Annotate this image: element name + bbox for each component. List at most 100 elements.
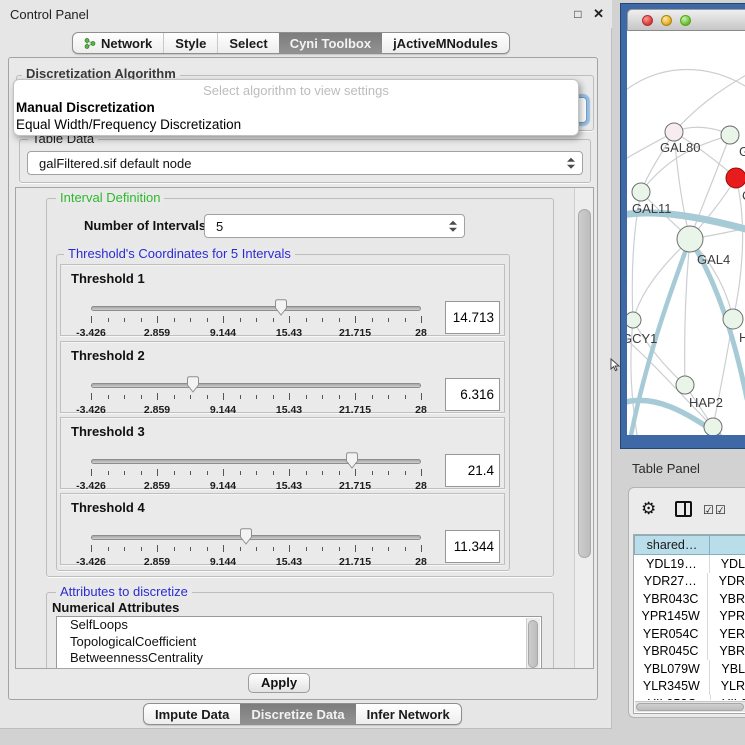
network-node-ga[interactable] (721, 126, 739, 144)
table-horizontal-scrollbar[interactable] (635, 701, 745, 712)
tick-mark (108, 471, 109, 475)
threshold-3-value-field[interactable]: 21.4 (445, 454, 500, 487)
slider-track (91, 306, 421, 311)
tick-mark (124, 395, 125, 399)
table-row[interactable]: YER054CYER0 (634, 625, 745, 643)
tick-mark (421, 393, 422, 400)
threshold-label: Threshold 4 (71, 500, 145, 515)
tick-mark (273, 471, 274, 475)
numerical-attributes-list[interactable]: SelfLoopsTopologicalCoefficientBetweenne… (56, 616, 542, 669)
attribute-list-item[interactable]: BetweennessCentrality (57, 650, 541, 667)
tick-mark (273, 395, 274, 399)
tab-select[interactable]: Select (217, 33, 278, 53)
tick-mark (322, 395, 323, 399)
attributes-scrollbar-thumb[interactable] (528, 620, 538, 668)
threshold-2-slider[interactable]: -3.4262.8599.14415.4321.71528 (91, 376, 421, 414)
network-node-c[interactable] (726, 168, 745, 188)
close-traffic-light[interactable] (642, 15, 653, 26)
tick-mark (124, 318, 125, 322)
tick-mark (124, 471, 125, 475)
cell-name: YER0 (707, 625, 745, 643)
minimize-traffic-light[interactable] (661, 15, 672, 26)
network-node-hap2[interactable] (676, 376, 694, 394)
tick-label: 21.715 (339, 327, 371, 339)
threshold-4-value-field[interactable]: 11.344 (445, 530, 500, 563)
tick-label: 2.859 (144, 556, 170, 568)
popup-placeholder: Select algorithm to view settings (14, 83, 578, 98)
tick-mark (190, 395, 191, 399)
tab-jactivemnodules[interactable]: jActiveMNodules (382, 33, 509, 53)
settings-vertical-scrollbar[interactable] (574, 188, 594, 669)
apply-button[interactable]: Apply (248, 673, 310, 693)
slider-thumb[interactable] (186, 376, 200, 393)
table-row[interactable]: YLR345WYLR3 (634, 678, 745, 696)
checkbox-icon[interactable]: ☑ (703, 503, 714, 517)
slider-thumb[interactable] (239, 528, 253, 545)
network-node-gal80[interactable] (665, 123, 683, 141)
popup-item-equal-width-frequency[interactable]: Equal Width/Frequency Discretization (16, 117, 576, 132)
table-row[interactable]: YDR27…YDR2 (634, 573, 745, 591)
tick-mark (322, 471, 323, 475)
cyni-bottom-tabbar: Impute DataDiscretize DataInfer Network (143, 703, 462, 725)
attribute-list-item[interactable]: SelfLoops (57, 617, 541, 634)
tick-mark (108, 395, 109, 399)
checkbox-icon[interactable]: ☑ (715, 503, 726, 517)
slider-tick-labels: -3.4262.8599.14415.4321.71528 (91, 556, 421, 568)
table-row[interactable]: YBR045CYBR0 (634, 643, 745, 661)
cyni-toolbox-content: Discretization Algorithm Select algorith… (8, 57, 598, 700)
threshold-1-value-field[interactable]: 14.713 (445, 301, 500, 334)
cell-shared-name: YDR27… (634, 574, 707, 588)
slider-thumb[interactable] (274, 299, 288, 316)
tick-mark (256, 318, 257, 322)
slider-track (91, 383, 421, 388)
column-header-name[interactable]: n (710, 535, 745, 555)
threshold-1-slider[interactable]: -3.4262.8599.14415.4321.71528 (91, 299, 421, 337)
threshold-3-slider[interactable]: -3.4262.8599.14415.4321.71528 (91, 452, 421, 490)
panel-title: Control Panel (10, 7, 89, 22)
tick-mark (174, 318, 175, 322)
tab-discretize-data[interactable]: Discretize Data (240, 704, 355, 724)
tab-style[interactable]: Style (163, 33, 217, 53)
threshold-4-slider[interactable]: -3.4262.8599.14415.4321.71528 (91, 528, 421, 566)
attribute-list-item[interactable]: TopologicalCoefficient (57, 634, 541, 651)
tick-mark (289, 316, 290, 323)
column-header-shared-name[interactable]: shared… (634, 535, 710, 555)
tab-label: Select (229, 36, 267, 51)
tick-mark (405, 318, 406, 322)
tab-impute-data[interactable]: Impute Data (144, 704, 240, 724)
tick-mark (273, 547, 274, 551)
number-of-intervals-select[interactable]: 5 (204, 214, 465, 238)
zoom-traffic-light[interactable] (680, 15, 691, 26)
table-row[interactable]: YIL052CYIL0 (634, 695, 745, 700)
tick-mark (174, 471, 175, 475)
columns-icon[interactable] (675, 501, 692, 517)
cell-shared-name: YBL079W (634, 662, 709, 676)
network-canvas[interactable]: GAL80GACGAL11GAL4GCY1HHAP2 (627, 31, 745, 435)
settings-scrollbar-thumb[interactable] (578, 209, 591, 558)
tab-infer-network[interactable]: Infer Network (356, 704, 461, 724)
table-scrollbar-thumb[interactable] (636, 703, 744, 711)
table-row[interactable]: YBL079WYBL0 (634, 660, 745, 678)
close-window-icon[interactable]: ✕ (593, 6, 604, 21)
tick-mark (190, 318, 191, 322)
popup-item-manual-discretization[interactable]: Manual Discretization (16, 100, 576, 115)
gear-icon[interactable]: ⚙ (641, 500, 656, 517)
attributes-list-scrollbar[interactable] (526, 618, 540, 669)
table-row[interactable]: YDL19…YDL1 (634, 555, 745, 573)
float-window-icon[interactable]: □ (574, 7, 581, 21)
tab-cyni-toolbox[interactable]: Cyni Toolbox (279, 33, 382, 53)
table-data-select[interactable]: galFiltered.sif default node (27, 151, 583, 175)
threshold-2-value-field[interactable]: 6.316 (445, 378, 500, 411)
table-row[interactable]: YBR043CYBR0 (634, 590, 745, 608)
network-node-gal4[interactable] (677, 226, 703, 252)
slider-thumb[interactable] (345, 452, 359, 469)
network-node-gcy1[interactable] (627, 312, 641, 328)
network-node-gal11[interactable] (632, 183, 650, 201)
tab-network[interactable]: Network (73, 33, 163, 53)
tick-mark (339, 471, 340, 475)
network-graph[interactable]: GAL80GACGAL11GAL4GCY1HHAP2 (627, 31, 745, 435)
tick-mark (91, 545, 92, 552)
network-node[interactable] (704, 418, 722, 435)
table-row[interactable]: YPR145WYPR1 (634, 608, 745, 626)
network-node-h[interactable] (723, 309, 743, 329)
